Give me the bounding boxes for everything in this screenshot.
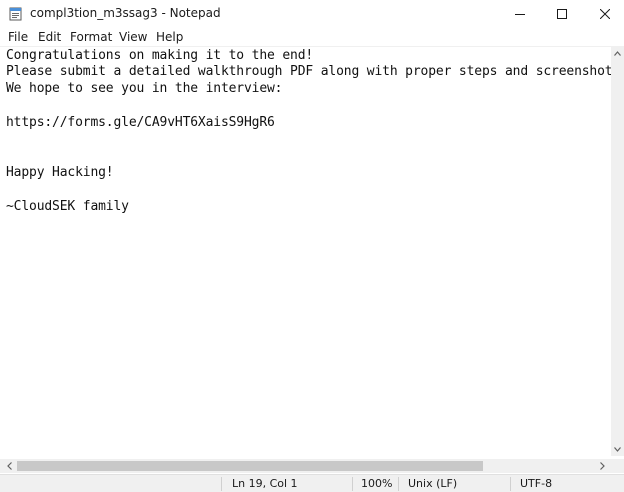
- zoom-level: 100%: [361, 477, 393, 490]
- close-button[interactable]: [582, 0, 624, 28]
- maximize-icon: [557, 9, 567, 19]
- title-bar[interactable]: compl3tion_m3ssag3 - Notepad: [0, 0, 624, 28]
- maximize-button[interactable]: [539, 0, 585, 28]
- text-line: Happy Hacking!: [6, 165, 114, 180]
- chevron-up-icon: [614, 51, 621, 56]
- text-line: We hope to see you in the interview:: [6, 81, 283, 96]
- status-divider: [221, 477, 222, 491]
- encoding: UTF-8: [520, 477, 553, 490]
- menu-format[interactable]: Format: [70, 29, 112, 45]
- vertical-scrollbar[interactable]: [611, 47, 624, 456]
- scroll-right-button[interactable]: [595, 459, 609, 473]
- chevron-left-icon: [6, 462, 12, 470]
- status-divider: [398, 477, 399, 491]
- menu-edit[interactable]: Edit: [38, 29, 61, 45]
- menu-view[interactable]: View: [119, 29, 147, 45]
- text-line: Congratulations on making it to the end!: [6, 48, 314, 63]
- scroll-up-button[interactable]: [611, 47, 624, 60]
- text-editor[interactable]: Congratulations on making it to the end!…: [0, 47, 611, 456]
- notepad-icon: [9, 6, 23, 21]
- notepad-window: compl3tion_m3ssag3 - Notepad File Edit F…: [0, 0, 624, 492]
- scrollbar-corner: [611, 459, 624, 473]
- status-divider: [510, 477, 511, 491]
- chevron-right-icon: [599, 462, 605, 470]
- horizontal-scrollbar[interactable]: [0, 459, 611, 473]
- cursor-position: Ln 19, Col 1: [232, 477, 298, 490]
- status-bar: Ln 19, Col 1 100% Unix (LF) UTF-8: [0, 474, 624, 492]
- close-icon: [600, 9, 610, 19]
- text-line: ~CloudSEK family: [6, 199, 129, 214]
- line-ending: Unix (LF): [408, 477, 458, 490]
- chevron-down-icon: [614, 447, 621, 452]
- menu-help[interactable]: Help: [156, 29, 183, 45]
- text-line: https://forms.gle/CA9vHT6XaisS9HgR6: [6, 115, 275, 130]
- minimize-button[interactable]: [497, 0, 543, 28]
- window-title: compl3tion_m3ssag3 - Notepad: [30, 6, 221, 20]
- status-divider: [352, 477, 353, 491]
- text-line: Please submit a detailed walkthrough PDF…: [6, 64, 611, 79]
- menu-file[interactable]: File: [8, 29, 28, 45]
- menu-bar: File Edit Format View Help: [0, 28, 624, 46]
- scroll-left-button[interactable]: [2, 459, 16, 473]
- horizontal-scroll-thumb[interactable]: [17, 461, 483, 471]
- scroll-down-button[interactable]: [611, 443, 624, 456]
- minimize-icon: [515, 14, 525, 15]
